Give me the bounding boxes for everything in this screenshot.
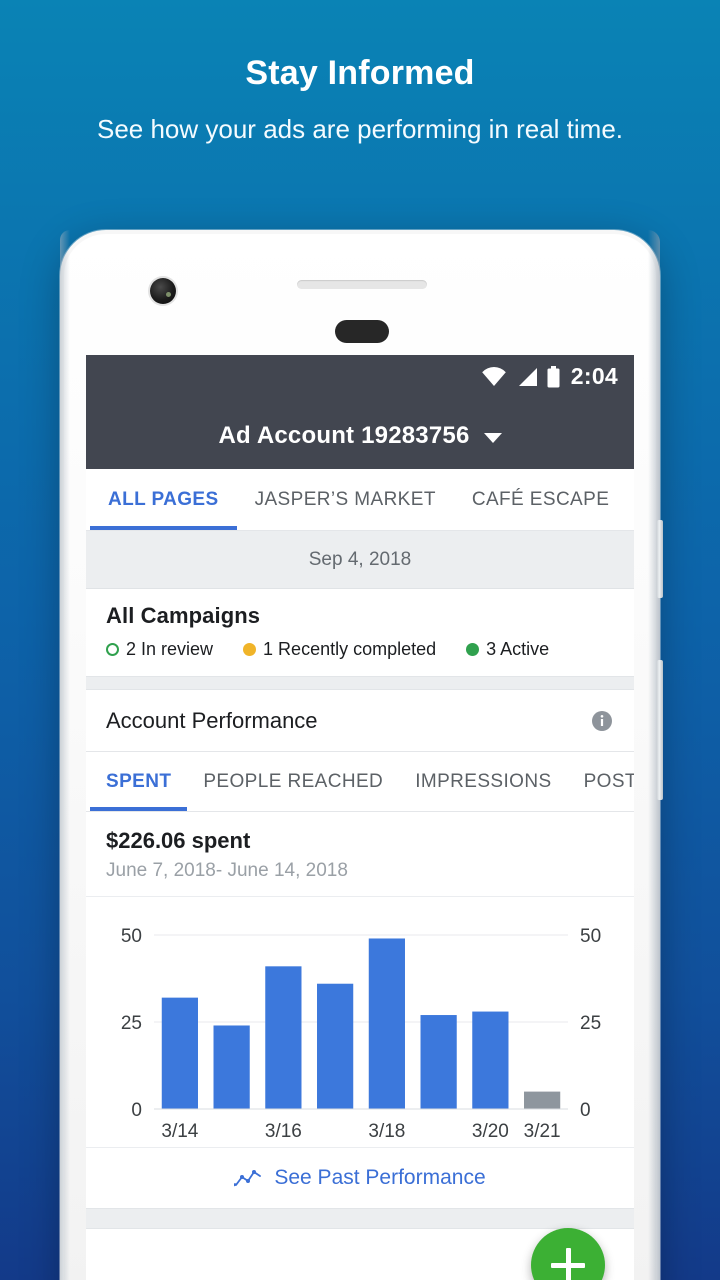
all-campaigns-card[interactable]: All Campaigns 2 In review 1 Recently com… [86, 589, 634, 676]
promo-screenshot-root: Stay Informed See how your ads are perfo… [0, 0, 720, 1280]
cellular-signal-icon [518, 367, 537, 386]
tab-people-reached[interactable]: PEOPLE REACHED [187, 752, 399, 811]
svg-text:3/16: 3/16 [265, 1121, 302, 1142]
status-amber-dot-icon [243, 643, 257, 656]
legend-item-in-review: 2 In review [106, 639, 213, 660]
tab-cafe-escape[interactable]: CAFÉ ESCAPE [454, 469, 627, 530]
battery-icon [547, 365, 560, 387]
info-icon[interactable] [590, 709, 614, 733]
see-past-performance-button[interactable]: See Past Performance [86, 1147, 634, 1209]
phone-screen: 2:04 Ad Account 19283756 ALL PAGES JASPE… [86, 355, 634, 1280]
spent-summary: $226.06 spent June 7, 2018- June 14, 201… [86, 812, 634, 897]
tab-post[interactable]: POST [568, 752, 634, 811]
legend-in-review-label: 2 In review [126, 639, 214, 659]
earpiece-speaker [297, 280, 427, 289]
power-button[interactable] [657, 660, 663, 800]
see-past-performance-label: See Past Performance [274, 1166, 486, 1189]
trend-line-icon [234, 1170, 262, 1187]
section-divider [86, 676, 634, 690]
tab-spent-label: SPENT [106, 770, 172, 792]
tab-jaspers-market-label: JASPER’S MARKET [254, 488, 436, 510]
plus-icon [551, 1248, 585, 1280]
camera-glint [166, 291, 172, 297]
all-campaigns-title: All Campaigns [106, 603, 261, 628]
promo-title: Stay Informed [245, 54, 475, 92]
account-performance-header: Account Performance [86, 690, 634, 752]
svg-text:3/20: 3/20 [472, 1121, 509, 1142]
svg-text:0: 0 [131, 1100, 142, 1121]
front-camera-icon [150, 278, 176, 304]
status-green-dot-icon [466, 643, 480, 656]
spent-date-range: June 7, 2018- June 14, 2018 [106, 860, 348, 881]
tab-all-pages[interactable]: ALL PAGES [90, 469, 237, 530]
tab-people-reached-label: PEOPLE REACHED [203, 770, 384, 792]
tab-jaspers-market[interactable]: JASPER’S MARKET [237, 469, 454, 530]
status-bar: 2:04 [86, 355, 634, 403]
tab-cafe-escape-label: CAFÉ ESCAPE [471, 488, 610, 510]
app-bar: Ad Account 19283756 [86, 403, 634, 469]
svg-text:50: 50 [121, 926, 142, 947]
tab-spent[interactable]: SPENT [90, 752, 188, 811]
tab-impressions[interactable]: IMPRESSIONS [399, 752, 567, 811]
phone-mockup: 2:04 Ad Account 19283756 ALL PAGES JASPE… [60, 230, 663, 1280]
legend-item-active: 3 Active [466, 639, 549, 660]
tab-all-pages-label: ALL PAGES [108, 488, 219, 510]
page-tabs: ALL PAGES JASPER’S MARKET CAFÉ ESCAPE [86, 469, 634, 531]
svg-text:25: 25 [121, 1013, 142, 1034]
svg-text:3/21: 3/21 [524, 1121, 561, 1142]
svg-text:3/14: 3/14 [161, 1121, 198, 1142]
promo-subtitle: See how your ads are performing in real … [96, 114, 624, 144]
legend-active-label: 3 Active [486, 639, 550, 659]
spent-bar-chart-svg: 0 0 25 25 50 50 3/14 3/16 3/18 3/20 3/21 [121, 926, 601, 1142]
legend-recently-completed-label: 1 Recently completed [263, 639, 437, 659]
status-bar-indicators: 2:04 [481, 363, 618, 390]
date-band: Sep 4, 2018 [86, 531, 634, 589]
bottom-divider [86, 1209, 634, 1229]
legend-item-recently-completed: 1 Recently completed [243, 639, 436, 660]
tab-post-label: POST [583, 770, 634, 792]
volume-up-button[interactable] [657, 520, 663, 598]
status-bar-clock: 2:04 [570, 363, 618, 389]
svg-text:3/18: 3/18 [368, 1121, 405, 1142]
chevron-down-icon[interactable] [483, 433, 502, 443]
account-performance-title: Account Performance [106, 707, 318, 733]
spent-bar-chart[interactable]: 0 0 25 25 50 50 3/14 3/16 3/18 3/20 3/21 [86, 897, 634, 1147]
wifi-icon [481, 366, 506, 386]
metric-tabs: SPENT PEOPLE REACHED IMPRESSIONS POST [86, 752, 634, 812]
ad-account-title: Ad Account 19283756 [218, 422, 470, 449]
home-button[interactable] [335, 320, 389, 343]
svg-text:25: 25 [580, 1013, 601, 1034]
spent-amount: $226.06 spent [106, 828, 251, 853]
svg-text:50: 50 [580, 926, 601, 947]
date-band-label: Sep 4, 2018 [308, 548, 412, 570]
promo-header: Stay Informed See how your ads are perfo… [0, 0, 720, 150]
svg-text:0: 0 [580, 1100, 591, 1121]
tab-impressions-label: IMPRESSIONS [415, 770, 552, 792]
status-ring-icon [106, 643, 119, 656]
campaign-status-legend: 2 In review 1 Recently completed 3 Activ… [106, 639, 614, 660]
